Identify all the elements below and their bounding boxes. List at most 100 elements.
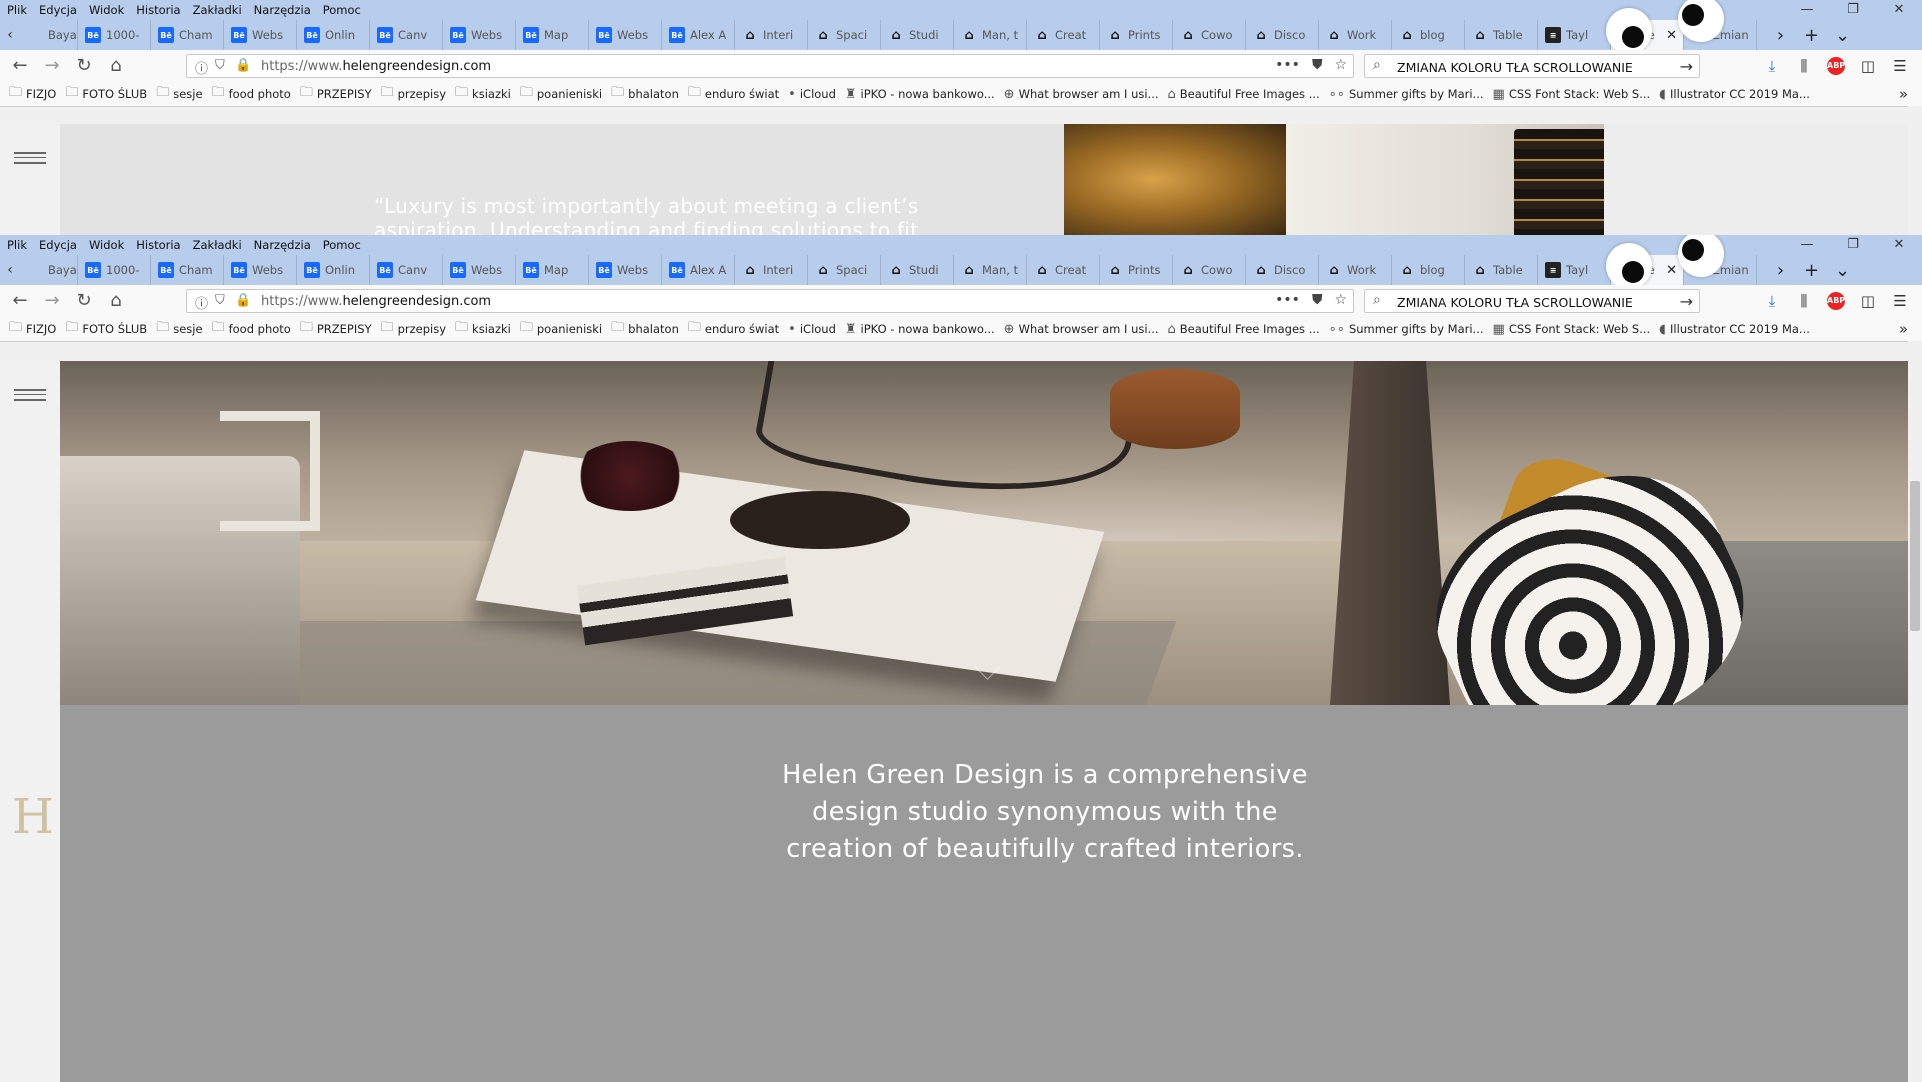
search-input[interactable]: ⌕ ZMIANA KOLORU TŁA SCROLLOWANIE → [1364, 289, 1700, 313]
url-text[interactable]: https://www.helengreendesign.com [261, 294, 491, 309]
browser-tab[interactable]: ⌂ Work [1319, 255, 1392, 285]
bookmark-item[interactable]: 🗀 FIZJO [9, 83, 56, 105]
browser-tab[interactable]: Bē Map [516, 255, 589, 285]
menu-item[interactable]: Historia [130, 0, 186, 20]
scrollbar-top[interactable] [1908, 124, 1922, 235]
hamburger-menu-icon[interactable] [14, 152, 46, 164]
scrollbar[interactable] [1908, 361, 1922, 1082]
tabs-scroll-right-icon[interactable]: › [1765, 260, 1796, 281]
browser-tab[interactable]: Bayan [20, 20, 78, 50]
search-go-icon[interactable]: → [1680, 57, 1693, 76]
browser-tab[interactable]: ⌂ blog [1392, 255, 1465, 285]
browser-tab[interactable]: Bē Alex A [662, 255, 735, 285]
more-actions-icon[interactable]: ••• [1275, 292, 1300, 308]
menu-item[interactable]: Edycja [33, 0, 83, 20]
browser-tab[interactable]: ⌂ Creat [1027, 255, 1100, 285]
url-bar[interactable]: ⓘ ⛉ 🔒 https://www.helengreendesign.com •… [186, 54, 1354, 78]
bookmark-item[interactable]: 🗀 bhalaton [611, 318, 679, 340]
bookmark-item[interactable]: ⊕ What browser am I usi... [1004, 322, 1159, 337]
bookmark-item[interactable]: 🗀 ksiazki [455, 83, 511, 105]
bookmark-item[interactable]: 🗀 FIZJO [9, 318, 56, 340]
new-tab-icon[interactable]: + [1796, 260, 1827, 281]
browser-tab[interactable]: Bē Webs [589, 255, 662, 285]
bookmark-item[interactable]: 🗀 ksiazki [455, 318, 511, 340]
browser-tab[interactable]: Bē Alex A [662, 20, 735, 50]
tabs-scroll-left-icon[interactable]: ‹ [0, 262, 20, 278]
bookmark-item[interactable]: ∘∘ Summer gifts by Mari... [1329, 87, 1484, 102]
url-bar[interactable]: ⓘ ⛉ 🔒 https://www.helengreendesign.com •… [186, 289, 1354, 313]
tabs-scroll-right-icon[interactable]: › [1765, 25, 1796, 46]
menu-item[interactable]: Pomoc [317, 235, 367, 255]
close-window-icon[interactable]: ✕ [1876, 235, 1922, 255]
bookmark-item[interactable]: 🗀 przepisy [381, 318, 446, 340]
browser-tab[interactable]: Bē Webs [589, 20, 662, 50]
bookmark-item[interactable]: 🗀 enduro świat [688, 318, 779, 340]
browser-tab[interactable]: Bē Onlin [297, 255, 370, 285]
bookmark-star-icon[interactable]: ☆ [1334, 57, 1347, 73]
menu-item[interactable]: Narzędzia [248, 0, 317, 20]
bookmark-item[interactable]: ⌂ Beautiful Free Images ... [1168, 87, 1320, 102]
menu-item[interactable]: Historia [130, 235, 186, 255]
browser-tab[interactable]: Bē 1000- [78, 20, 151, 50]
shield-icon[interactable]: ⛉ [215, 58, 225, 73]
bookmarks-overflow-icon[interactable]: » [1899, 85, 1908, 103]
browser-tab[interactable]: Bē Webs [443, 20, 516, 50]
bookmark-item[interactable]: ♜ iPKO - nowa bankowo... [845, 322, 995, 337]
bookmark-item[interactable]: 🗀 bhalaton [611, 83, 679, 105]
browser-tab[interactable]: ⌂ Spaci [808, 20, 881, 50]
site-logo[interactable]: H [12, 789, 54, 845]
search-go-icon[interactable]: → [1680, 292, 1693, 311]
menu-item[interactable]: Plik [0, 0, 33, 20]
bookmark-item[interactable]: 🗀 food photo [212, 83, 291, 105]
bookmark-item[interactable]: 🗀 poanieniski [520, 318, 602, 340]
bookmark-star-icon[interactable]: ☆ [1334, 292, 1347, 308]
menu-item[interactable]: Plik [0, 235, 33, 255]
browser-tab[interactable]: ⌂ Disco [1246, 255, 1319, 285]
browser-tab[interactable]: ⌂ Spaci [808, 255, 881, 285]
search-text[interactable]: ZMIANA KOLORU TŁA SCROLLOWANIE [1397, 60, 1633, 75]
browser-tab[interactable]: ⌂ Man, t [954, 255, 1027, 285]
restore-icon[interactable]: ❐ [1830, 0, 1876, 20]
minimize-icon[interactable]: — [1784, 235, 1830, 255]
menu-item[interactable]: Edycja [33, 235, 83, 255]
bookmark-item[interactable]: • iCloud [788, 322, 836, 337]
browser-tab[interactable]: ⌂ Interi [735, 20, 808, 50]
bookmark-item[interactable]: ⊕ What browser am I usi... [1004, 87, 1159, 102]
browser-tab[interactable]: ⌂ Interi [735, 255, 808, 285]
browser-tab[interactable]: ⌂ Cowo [1173, 255, 1246, 285]
home-icon[interactable]: ⌂ [104, 54, 128, 78]
tabs-scroll-left-icon[interactable]: ‹ [0, 27, 20, 43]
browser-tab[interactable]: ⌂ Creat [1027, 20, 1100, 50]
bookmark-item[interactable]: ▦ CSS Font Stack: Web S... [1493, 87, 1651, 102]
scrollbar-track[interactable] [1908, 106, 1922, 124]
new-tab-icon[interactable]: + [1796, 25, 1827, 46]
browser-tab[interactable]: ⌂ blog [1392, 20, 1465, 50]
chevron-down-icon[interactable]: ⌄ [1827, 25, 1858, 46]
browser-tab[interactable]: ⌂ Studi [881, 255, 954, 285]
pocket-icon[interactable]: ⛊ [1312, 57, 1323, 73]
forward-arrow-icon[interactable]: → [40, 289, 64, 313]
browser-tab[interactable]: ⌂ Table [1465, 20, 1538, 50]
scrollbar-thumb[interactable] [1910, 481, 1920, 631]
browser-tab[interactable]: ⌂ Cowo [1173, 20, 1246, 50]
info-icon[interactable]: ⓘ [195, 293, 208, 312]
bookmark-item[interactable]: 🗀 food photo [212, 318, 291, 340]
browser-tab[interactable]: Bē Webs [443, 255, 516, 285]
bookmark-item[interactable]: ⌂ Beautiful Free Images ... [1168, 322, 1320, 337]
search-text[interactable]: ZMIANA KOLORU TŁA SCROLLOWANIE [1397, 295, 1633, 310]
browser-tab[interactable]: Bē 1000- [78, 255, 151, 285]
shield-icon[interactable]: ⛉ [215, 293, 225, 308]
browser-tab[interactable]: ⌂ Work [1319, 20, 1392, 50]
back-arrow-icon[interactable]: ← [8, 289, 32, 313]
browser-tab[interactable]: Bē Cham [151, 20, 224, 50]
browser-tab[interactable]: ⌂ Table [1465, 255, 1538, 285]
browser-tab[interactable]: Bayan [20, 255, 78, 285]
scrollbar-track[interactable] [1908, 341, 1922, 359]
info-icon[interactable]: ⓘ [195, 58, 208, 77]
browser-tab[interactable]: ⌂ Man, t [954, 20, 1027, 50]
bookmark-item[interactable]: 🗀 sesje [156, 83, 202, 105]
browser-tab[interactable]: Bē Map [516, 20, 589, 50]
more-actions-icon[interactable]: ••• [1275, 57, 1300, 73]
bookmark-item[interactable]: 🗀 PRZEPISY [300, 318, 372, 340]
download-icon[interactable]: ⤓ [1756, 54, 1788, 78]
